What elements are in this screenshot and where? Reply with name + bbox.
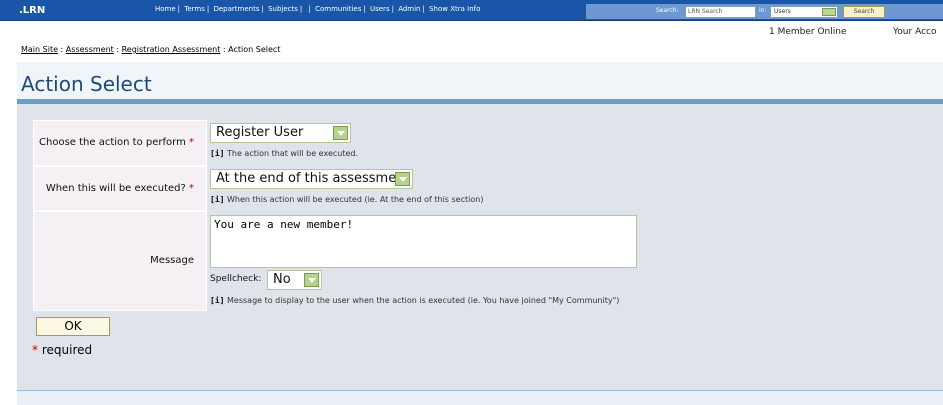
message-label-cell: Message bbox=[33, 211, 207, 311]
message-label: Message bbox=[150, 255, 194, 266]
page-title: Action Select bbox=[21, 72, 152, 96]
nav-users[interactable]: Users bbox=[370, 5, 390, 13]
spellcheck-select[interactable]: No bbox=[267, 270, 322, 290]
message-help: [i] Message to display to the user when … bbox=[210, 296, 619, 305]
your-account-link[interactable]: Your Acco bbox=[893, 27, 936, 37]
bottom-divider bbox=[17, 390, 943, 391]
action-help: [i] The action that will be executed. bbox=[210, 149, 358, 158]
spellcheck-label: Spellcheck: bbox=[210, 274, 262, 284]
nav-admin[interactable]: Admin bbox=[398, 5, 420, 13]
search-in-label: in: bbox=[759, 7, 767, 14]
action-label: Choose the action to perform bbox=[39, 137, 186, 148]
breadcrumb-registration-assessment[interactable]: Registration Assessment bbox=[122, 45, 221, 54]
breadcrumb-current: Action Select bbox=[228, 45, 281, 54]
search-input[interactable]: LRN Search bbox=[685, 6, 756, 18]
nav-home[interactable]: Home bbox=[155, 5, 176, 13]
when-select[interactable]: At the end of this assessment bbox=[210, 169, 413, 189]
search-scope-select[interactable]: Users bbox=[770, 6, 838, 18]
nav-subjects[interactable]: Subjects bbox=[268, 5, 298, 13]
ok-button[interactable]: OK bbox=[36, 317, 110, 336]
nav-terms[interactable]: Terms bbox=[184, 5, 205, 13]
search-scope-value: Users bbox=[774, 8, 791, 15]
info-icon: [i] bbox=[210, 296, 225, 305]
nav-departments[interactable]: Departments bbox=[213, 5, 259, 13]
spellcheck-value: No bbox=[273, 272, 291, 287]
action-label-cell: Choose the action to perform * bbox=[33, 120, 207, 166]
required-note: * required bbox=[32, 343, 92, 357]
title-area: Action Select bbox=[17, 62, 943, 99]
when-select-value: At the end of this assessment bbox=[216, 171, 410, 186]
breadcrumb-assessment[interactable]: Assessment bbox=[66, 45, 114, 54]
members-online: 1 Member Online bbox=[769, 27, 847, 37]
required-note-text: required bbox=[41, 343, 93, 357]
message-textarea[interactable]: You are a new member! bbox=[210, 215, 637, 268]
required-marker: * bbox=[189, 137, 194, 148]
breadcrumb: Main Site : Assessment : Registration As… bbox=[21, 45, 281, 54]
required-marker: * bbox=[32, 343, 38, 357]
info-icon: [i] bbox=[210, 195, 225, 204]
nav-show-xtra-info[interactable]: Show Xtra Info bbox=[429, 5, 480, 13]
search-label: Search: bbox=[656, 7, 679, 14]
when-label-cell: When this will be executed? * bbox=[33, 166, 207, 211]
chevron-down-icon[interactable] bbox=[395, 172, 410, 186]
action-select-value: Register User bbox=[216, 125, 304, 140]
nav-communities[interactable]: Communities bbox=[315, 5, 361, 13]
main-nav: Home | Terms | Departments | Subjects | | Co… bbox=[155, 5, 481, 13]
logo[interactable]: .LRN bbox=[19, 5, 45, 16]
search-button[interactable]: Search bbox=[843, 6, 885, 18]
action-select[interactable]: Register User bbox=[210, 123, 351, 143]
chevron-down-icon[interactable] bbox=[333, 126, 348, 140]
main-content: Action Select Choose the action to perfo… bbox=[17, 62, 943, 405]
chevron-down-icon[interactable] bbox=[822, 8, 836, 16]
message-help-text: Message to display to the user when the … bbox=[227, 296, 620, 305]
breadcrumb-main-site[interactable]: Main Site bbox=[21, 45, 58, 54]
required-marker: * bbox=[189, 183, 194, 194]
action-help-text: The action that will be executed. bbox=[227, 149, 359, 158]
when-label: When this will be executed? bbox=[45, 183, 186, 194]
when-help-text: When this action will be executed (ie. A… bbox=[227, 195, 484, 204]
chevron-down-icon[interactable] bbox=[304, 273, 319, 287]
when-help: [i] When this action will be executed (i… bbox=[210, 195, 483, 204]
info-icon: [i] bbox=[210, 149, 225, 158]
